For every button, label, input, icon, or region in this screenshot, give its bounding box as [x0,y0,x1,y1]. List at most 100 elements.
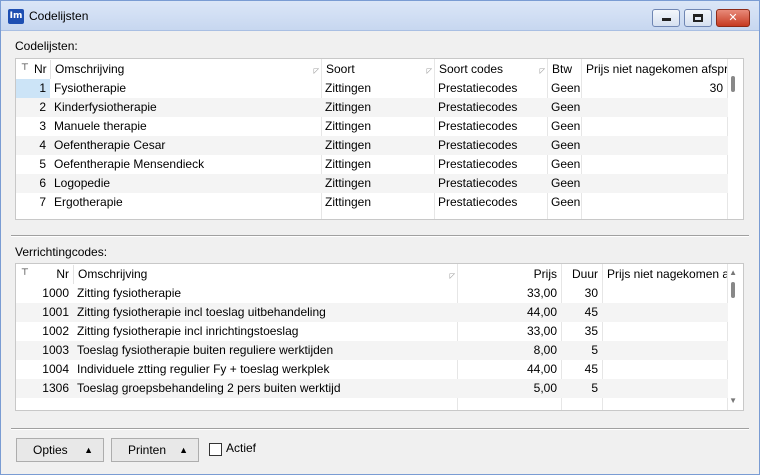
row-nr: 1 [16,79,50,98]
row-prijs: 44,00 [526,362,557,376]
row-soort: Zittingen [325,81,372,95]
column-header-nr[interactable]: Nr [30,60,51,79]
column-header-duur[interactable]: Duur [562,265,603,284]
row-prijs: 33,00 [526,324,557,338]
column-header-prijs-niet-nagekomen[interactable]: Prijs niet nagekomen a [603,265,728,284]
row-soort: Zittingen [325,119,372,133]
actief-checkbox[interactable] [209,443,222,456]
column-header-btw-label: Btw [552,62,573,76]
row-duur: 35 [584,324,598,338]
codelijsten-label: Codelijsten: [15,39,78,53]
row-omschrijving: Oefentherapie Cesar [54,138,166,152]
row-prijs: 44,00 [526,305,557,319]
table-row[interactable]: 1001 Zitting fysiotherapie incl toeslag … [16,303,728,322]
column-header-soort-codes-label: Soort codes [439,62,504,76]
window-title: Codelijsten [29,9,89,23]
row-omschrijving: Manuele therapie [54,119,147,133]
table-row[interactable]: 1003 Toeslag fysiotherapie buiten reguli… [16,341,728,360]
row-btw: Geen [551,81,581,95]
column-chooser-icon[interactable]: ⊤ [21,63,29,72]
printen-button[interactable]: Printen ▲ [111,438,199,462]
row-soort-codes: Prestatiecodes [438,81,518,95]
row-nr: 3 [39,119,46,133]
table-row[interactable]: 1306 Toeslag groepsbehandeling 2 pers bu… [16,379,728,398]
table-row[interactable]: 1002 Zitting fysiotherapie incl inrichti… [16,322,728,341]
codelijsten-window: Im Codelijsten ✕ Codelijsten: ⊤ Nr Omsch… [0,0,760,475]
table-row[interactable]: 4 Oefentherapie Cesar Zittingen Prestati… [16,136,728,155]
row-omschrijving: Zitting fysiotherapie [77,286,182,300]
printen-label: Printen [128,443,167,457]
maximize-button[interactable] [684,9,712,27]
row-btw: Geen [551,119,581,133]
column-header-omschrijving[interactable]: Omschrijving ◸ [74,265,458,284]
table-row[interactable]: 7 Ergotherapie Zittingen Prestatiecodes … [16,193,728,212]
column-header-soort-codes[interactable]: Soort codes ◸ [435,60,548,79]
sort-icon: ◸ [426,68,432,75]
column-header-prijs-label: Prijs [533,267,557,281]
minimize-button[interactable] [652,9,680,27]
actief-label: Actief [226,441,257,455]
column-header-prijs-label: Prijs niet nagekomen afspr [586,62,728,76]
row-duur: 5 [591,381,598,395]
column-header-duur-label: Duur [571,267,598,281]
table-row[interactable]: 3 Manuele therapie Zittingen Prestatieco… [16,117,728,136]
close-icon: ✕ [728,12,738,24]
row-omschrijving: Zitting fysiotherapie incl inrichtingsto… [77,324,299,338]
table-row[interactable]: 1 Fysiotherapie Zittingen Prestatiecodes… [16,79,728,98]
row-omschrijving: Ergotherapie [54,195,123,209]
row-omschrijving: Individuele ztting regulier Fy + toeslag… [77,362,330,376]
vertical-scrollbar-thumb[interactable] [731,76,735,92]
vertical-scrollbar-thumb[interactable] [731,282,735,298]
column-header-btw[interactable]: Btw [548,60,582,79]
codelijsten-grid[interactable]: ⊤ Nr Omschrijving ◸ Soort ◸ Soort codes ◸ B… [15,58,744,220]
row-omschrijving: Toeslag groepsbehandeling 2 pers buiten … [77,381,341,395]
row-prijs [581,136,727,155]
panel-splitter[interactable] [11,235,749,237]
row-omschrijving: Fysiotherapie [54,81,127,95]
row-omschrijving: Toeslag fysiotherapie buiten reguliere w… [77,343,334,357]
row-prijs: 8,00 [533,343,557,357]
table-row[interactable]: 5 Oefentherapie Mensendieck Zittingen Pr… [16,155,728,174]
column-header-omschrijving[interactable]: Omschrijving ◸ [51,60,322,79]
row-nr: 1000 [42,286,69,300]
row-prijs [581,98,727,117]
row-soort: Zittingen [325,195,372,209]
row-soort-codes: Prestatiecodes [438,176,518,190]
table-row[interactable]: 1004 Individuele ztting regulier Fy + to… [16,360,728,379]
column-header-prijs-niet-label: Prijs niet nagekomen a [607,267,728,281]
opties-button[interactable]: Opties ▲ [16,438,104,462]
table-row[interactable]: 2 Kinderfysiotherapie Zittingen Prestati… [16,98,728,117]
row-prijs: 30 [709,81,723,95]
column-header-soort[interactable]: Soort ◸ [322,60,435,79]
column-header-nr[interactable]: Nr [30,265,74,284]
scroll-up-icon[interactable]: ▲ [729,268,737,277]
verrichtingcodes-grid[interactable]: ⊤ Nr Omschrijving ◸ Prijs Duur Prijs niet… [15,263,744,411]
column-header-prijs[interactable]: Prijs [458,265,562,284]
row-btw: Geen [551,157,581,171]
row-btw: Geen [551,195,581,209]
column-header-prijs-niet-nagekomen[interactable]: Prijs niet nagekomen afspr [582,60,728,79]
row-omschrijving: Logopedie [54,176,111,190]
row-nr: 4 [39,138,46,152]
maximize-icon [693,14,703,22]
row-prijs [581,117,727,136]
opties-label: Opties [33,443,68,457]
table-row[interactable]: 1000 Zitting fysiotherapie 33,00 30 [16,284,728,303]
row-btw: Geen [551,100,581,114]
row-nr: 1306 [42,381,69,395]
row-nr: 2 [39,100,46,114]
row-duur: 45 [584,362,598,376]
title-bar[interactable]: Im Codelijsten ✕ [1,1,759,31]
column-header-soort-label: Soort [326,62,355,76]
row-omschrijving: Zitting fysiotherapie incl toeslag uitbe… [77,305,326,319]
close-button[interactable]: ✕ [716,9,750,27]
row-soort-codes: Prestatiecodes [438,195,518,209]
table-row[interactable]: 6 Logopedie Zittingen Prestatiecodes Gee… [16,174,728,193]
row-nr: 1004 [42,362,69,376]
scroll-down-icon[interactable]: ▼ [729,396,737,405]
footer-separator [11,428,749,430]
row-soort: Zittingen [325,176,372,190]
column-chooser-icon[interactable]: ⊤ [21,268,29,277]
row-soort: Zittingen [325,100,372,114]
row-btw: Geen [551,138,581,152]
